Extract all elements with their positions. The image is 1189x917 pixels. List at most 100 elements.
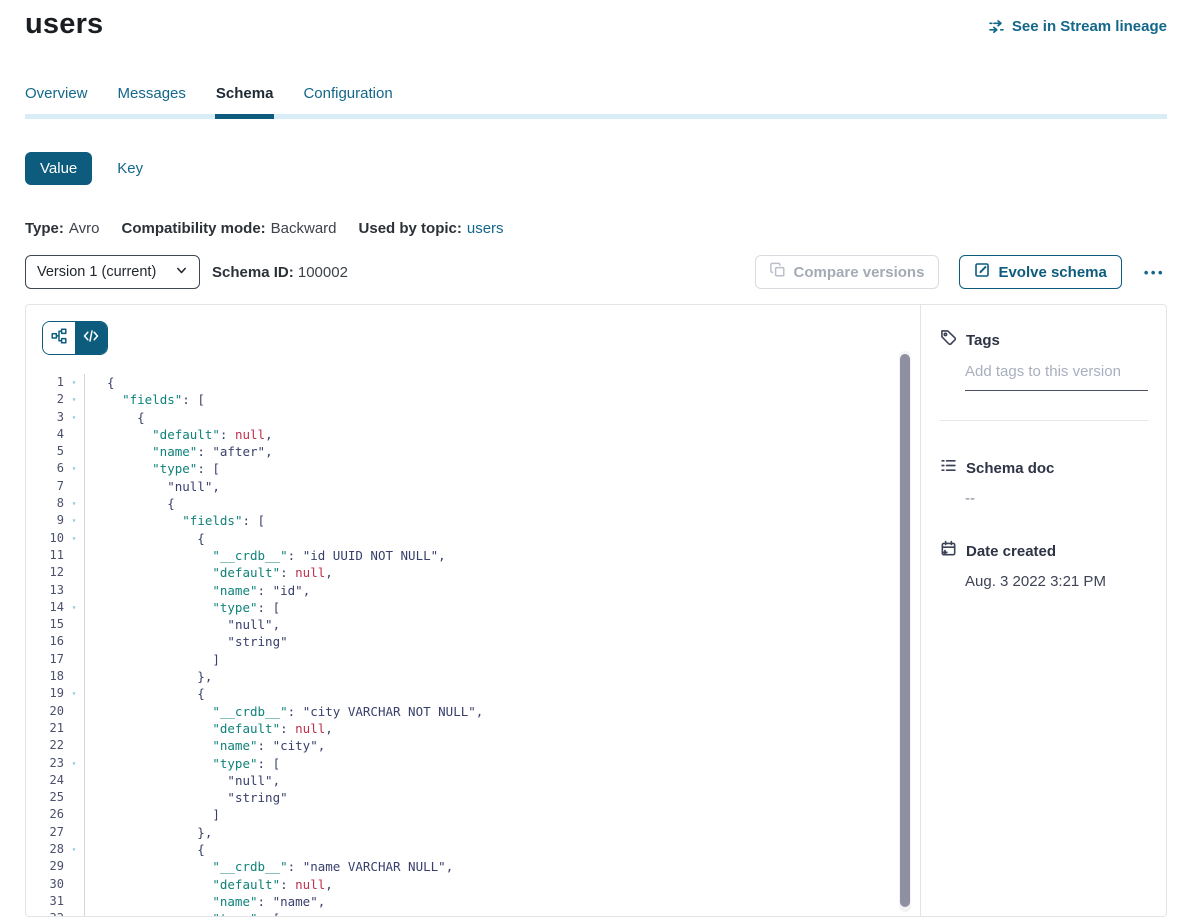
code-text: { xyxy=(85,530,205,547)
tree-view-toggle[interactable] xyxy=(43,322,75,354)
line-number: 29 xyxy=(26,858,64,875)
line-number: 25 xyxy=(26,789,64,806)
calendar-plus-icon xyxy=(940,540,957,562)
line-number: 19 xyxy=(26,685,64,702)
code-line: 19▾ { xyxy=(26,685,920,702)
fold-toggle-icon xyxy=(64,443,84,460)
more-actions-button[interactable]: ••• xyxy=(1142,261,1167,284)
schema-id-value: 100002 xyxy=(298,264,348,281)
code-text: "name": "city", xyxy=(85,737,325,754)
code-line: 6▾ "type": [ xyxy=(26,460,920,477)
fold-toggle-icon[interactable]: ▾ xyxy=(64,910,84,916)
tab-configuration[interactable]: Configuration xyxy=(303,85,392,114)
code-gutter: 32▾ xyxy=(26,910,85,916)
compare-versions-button[interactable]: Compare versions xyxy=(755,255,940,289)
schema-panel: 1▾{2▾ "fields": [3▾ {4 "default": null,5… xyxy=(25,304,1167,917)
fold-toggle-icon[interactable]: ▾ xyxy=(64,599,84,616)
code-line: 11 "__crdb__": "id UUID NOT NULL", xyxy=(26,547,920,564)
compatibility-value: Backward xyxy=(271,220,337,237)
fold-toggle-icon[interactable]: ▾ xyxy=(64,685,84,702)
code-gutter: 22 xyxy=(26,737,85,754)
line-number: 4 xyxy=(26,426,64,443)
used-by-topic-label: Used by topic: xyxy=(359,220,462,237)
fold-toggle-icon[interactable]: ▾ xyxy=(64,530,84,547)
code-line: 15 "null", xyxy=(26,616,920,633)
used-by-topic-link[interactable]: users xyxy=(467,220,504,237)
fold-toggle-icon xyxy=(64,582,84,599)
code-text: "__crdb__": "name VARCHAR NULL", xyxy=(85,858,453,875)
code-gutter: 19▾ xyxy=(26,685,85,702)
code-line: 2▾ "fields": [ xyxy=(26,391,920,408)
code-line: 8▾ { xyxy=(26,495,920,512)
fold-toggle-icon[interactable]: ▾ xyxy=(64,391,84,408)
fold-toggle-icon[interactable]: ▾ xyxy=(64,512,84,529)
code-text: { xyxy=(85,685,205,702)
fold-toggle-icon[interactable]: ▾ xyxy=(64,409,84,426)
code-text: "default": null, xyxy=(85,426,273,443)
code-gutter: 26 xyxy=(26,806,85,823)
schema-id-field: Schema ID: 100002 xyxy=(212,264,348,281)
line-number: 16 xyxy=(26,633,64,650)
line-number: 10 xyxy=(26,530,64,547)
code-line: 17 ] xyxy=(26,651,920,668)
add-tags-input[interactable] xyxy=(965,363,1148,391)
fold-toggle-icon xyxy=(64,478,84,495)
key-toggle-link[interactable]: Key xyxy=(117,160,143,177)
code-gutter: 2▾ xyxy=(26,391,85,408)
version-actions: Compare versions Evolve schema ••• xyxy=(755,255,1167,289)
fold-toggle-icon[interactable]: ▾ xyxy=(64,755,84,772)
see-in-stream-lineage-link[interactable]: See in Stream lineage xyxy=(988,18,1167,35)
fold-toggle-icon[interactable]: ▾ xyxy=(64,460,84,477)
code-gutter: 6▾ xyxy=(26,460,85,477)
code-text: "type": [ xyxy=(85,910,280,916)
chevron-down-icon xyxy=(175,264,188,281)
code-view-icon xyxy=(83,328,99,349)
code-gutter: 10▾ xyxy=(26,530,85,547)
code-line: 22 "name": "city", xyxy=(26,737,920,754)
code-gutter: 20 xyxy=(26,703,85,720)
code-gutter: 1▾ xyxy=(26,374,85,391)
line-number: 18 xyxy=(26,668,64,685)
fold-toggle-icon xyxy=(64,720,84,737)
code-text: "type": [ xyxy=(85,755,280,772)
code-text: "fields": [ xyxy=(85,391,205,408)
tab-schema[interactable]: Schema xyxy=(216,85,274,114)
page-header: users See in Stream lineage xyxy=(25,8,1167,41)
line-number: 17 xyxy=(26,651,64,668)
code-text: "type": [ xyxy=(85,460,220,477)
version-select[interactable]: Version 1 (current) xyxy=(25,255,200,289)
code-gutter: 11 xyxy=(26,547,85,564)
code-text: "null", xyxy=(85,616,280,633)
line-number: 14 xyxy=(26,599,64,616)
code-view-toggle[interactable] xyxy=(75,322,107,354)
schema-view-toggle xyxy=(42,321,108,355)
edit-schema-icon xyxy=(974,262,990,282)
code-text: "fields": [ xyxy=(85,512,265,529)
code-gutter: 21 xyxy=(26,720,85,737)
line-number: 26 xyxy=(26,806,64,823)
fold-toggle-icon xyxy=(64,668,84,685)
line-number: 23 xyxy=(26,755,64,772)
code-text: "__crdb__": "city VARCHAR NOT NULL", xyxy=(85,703,483,720)
tree-view-icon xyxy=(51,328,67,349)
code-gutter: 7 xyxy=(26,478,85,495)
code-line: 1▾{ xyxy=(26,374,920,391)
type-value: Avro xyxy=(69,220,100,237)
tab-overview[interactable]: Overview xyxy=(25,85,88,114)
type-label: Type: xyxy=(25,220,64,237)
line-number: 6 xyxy=(26,460,64,477)
fold-toggle-icon xyxy=(64,564,84,581)
fold-toggle-icon[interactable]: ▾ xyxy=(64,841,84,858)
value-toggle-button[interactable]: Value xyxy=(25,152,92,185)
scrollbar-thumb[interactable] xyxy=(900,354,910,907)
fold-toggle-icon[interactable]: ▾ xyxy=(64,495,84,512)
tags-section-header: Tags xyxy=(940,329,1148,351)
fold-toggle-icon[interactable]: ▾ xyxy=(64,374,84,391)
code-line: 26 ] xyxy=(26,806,920,823)
code-gutter: 18 xyxy=(26,668,85,685)
code-text: "null", xyxy=(85,478,220,495)
code-gutter: 9▾ xyxy=(26,512,85,529)
code-line: 12 "default": null, xyxy=(26,564,920,581)
tab-messages[interactable]: Messages xyxy=(118,85,186,114)
evolve-schema-button[interactable]: Evolve schema xyxy=(959,255,1121,289)
